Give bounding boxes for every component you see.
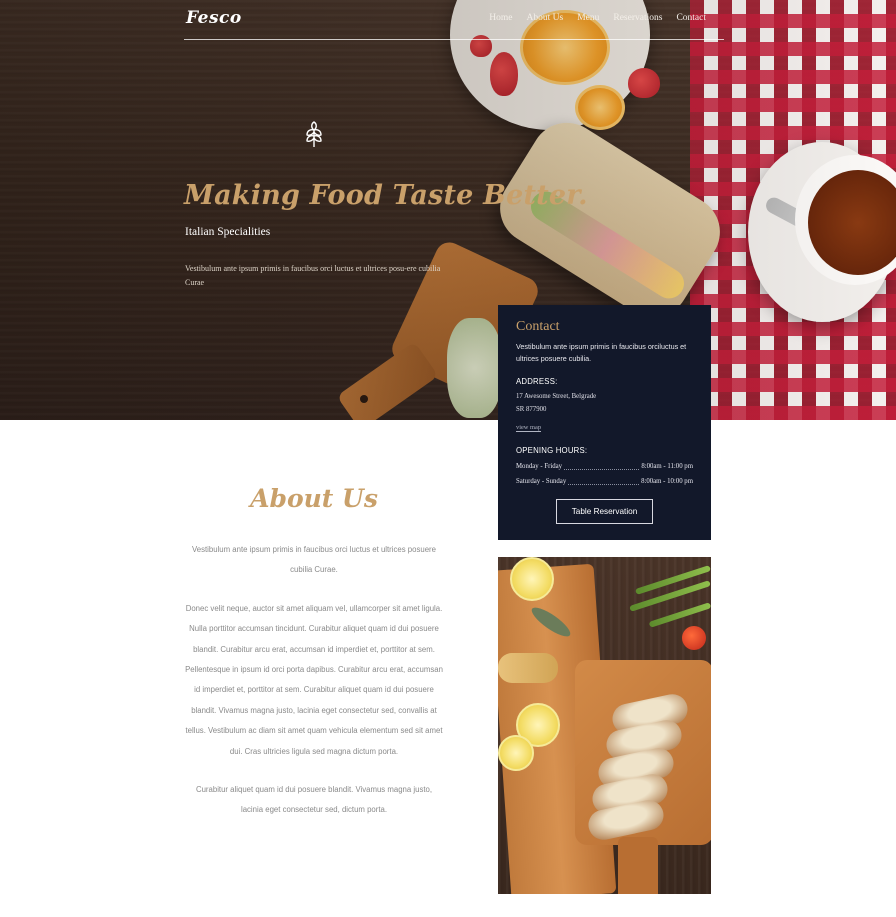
address-line: 17 Awesome Street, Belgrade [516, 393, 597, 400]
asparagus-image [648, 602, 711, 628]
opening-hours-label: OPENING HOURS: [516, 446, 588, 455]
contact-intro: Vestibulum ante ipsum primis in faucibus… [516, 342, 687, 363]
lemon-slice-image [498, 735, 534, 771]
parsnip-image [498, 653, 558, 683]
lemon-slice-image [510, 557, 554, 601]
about-text: Vestibulum ante ipsum primis in faucibus… [184, 540, 444, 839]
address-postcode: SR 877900 [516, 406, 547, 413]
nav-item-reservations[interactable]: Reservations [613, 13, 662, 23]
contact-title: Contact [516, 319, 560, 334]
hero-section: Fesco Home About Us Menu Reservations Co… [0, 0, 896, 420]
wheat-icon [306, 121, 322, 147]
hero-title: Making Food Taste Better. [184, 180, 588, 211]
hero-subtitle: Italian Specialities [185, 226, 271, 238]
top-navigation: Fesco Home About Us Menu Reservations Co… [184, 8, 724, 40]
asparagus-image [634, 565, 711, 595]
hours-days: Monday - Friday [516, 463, 563, 470]
about-title: About Us [250, 484, 378, 513]
tomato-image [682, 626, 706, 650]
nav-item-home[interactable]: Home [489, 13, 512, 23]
site-logo[interactable]: Fesco [186, 8, 242, 28]
hours-time: 8:00am - 11:00 pm [641, 463, 693, 470]
nav-item-contact[interactable]: Contact [676, 13, 706, 23]
nav-item-menu[interactable]: Menu [577, 13, 599, 23]
hero-description: Vestibulum ante ipsum primis in faucibus… [185, 264, 441, 287]
hours-row: Monday - Friday 8:00am - 11:00 pm [516, 459, 693, 474]
about-paragraph: Curabitur aliquet quam id dui posuere bl… [195, 785, 433, 815]
board-handle-image [618, 837, 658, 894]
main-menu: Home About Us Menu Reservations Contact [489, 13, 706, 23]
about-paragraph: Vestibulum ante ipsum primis in faucibus… [192, 545, 436, 575]
about-paragraph: Donec velit neque, auctor sit amet aliqu… [185, 603, 443, 756]
hours-time: 8:00am - 10:00 pm [641, 478, 693, 485]
leader-dots [564, 459, 640, 470]
view-map-link[interactable]: view map [516, 424, 542, 432]
address-label: ADDRESS: [516, 377, 558, 386]
nav-item-about-us[interactable]: About Us [527, 13, 564, 23]
bread-board-photo [498, 557, 711, 894]
